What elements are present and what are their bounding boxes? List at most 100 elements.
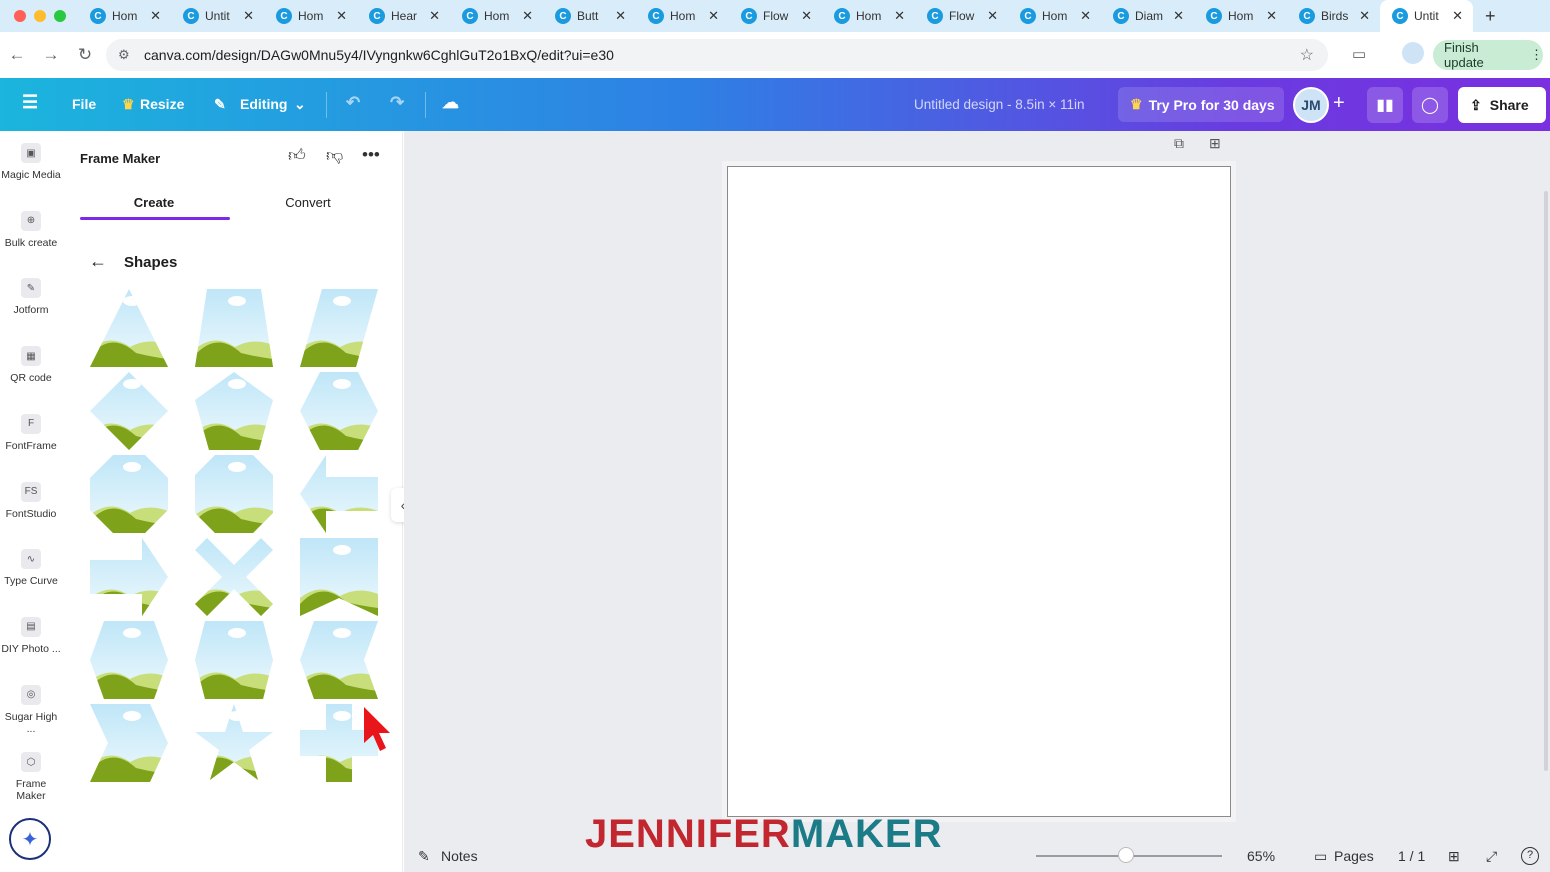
user-avatar[interactable]: JM xyxy=(1293,87,1329,123)
hamburger-menu-icon[interactable]: ☰ xyxy=(22,92,38,113)
file-menu[interactable]: File xyxy=(72,96,96,112)
browser-tab[interactable]: C Hom ✕ xyxy=(636,0,729,32)
browser-tab[interactable]: C Hom ✕ xyxy=(450,0,543,32)
pages-button[interactable]: Pages xyxy=(1334,848,1374,864)
back-arrow-icon[interactable]: ← xyxy=(89,251,107,272)
browser-tab[interactable]: C Untit ✕ xyxy=(1380,0,1473,32)
browser-tab[interactable]: C Hom ✕ xyxy=(1194,0,1287,32)
frame-shape-hexagon-wide[interactable] xyxy=(90,621,168,699)
close-tab-icon[interactable]: ✕ xyxy=(987,8,998,24)
tab-convert[interactable]: Convert xyxy=(233,195,383,210)
grid-view-icon[interactable]: ⊞ xyxy=(1448,848,1460,865)
browser-tab[interactable]: C Hom ✕ xyxy=(264,0,357,32)
close-tab-icon[interactable]: ✕ xyxy=(1452,8,1463,24)
rail-item[interactable]: ▣ Magic Media xyxy=(0,143,62,181)
add-collaborator-icon[interactable]: + xyxy=(1333,92,1345,115)
rail-item[interactable]: ⊕ Bulk create xyxy=(0,210,62,249)
site-settings-icon[interactable]: ⚙ xyxy=(118,47,130,63)
frame-shape-chevron[interactable] xyxy=(90,704,168,782)
bookmark-star-icon[interactable]: ☆ xyxy=(1300,45,1314,65)
rail-item[interactable]: F FontFrame xyxy=(0,413,62,452)
browser-tab[interactable]: C Hom ✕ xyxy=(1008,0,1101,32)
frame-shape-arrow-left[interactable] xyxy=(300,455,378,533)
close-tab-icon[interactable]: ✕ xyxy=(615,8,626,24)
resize-button[interactable]: Resize xyxy=(140,96,184,112)
frame-shape-triangle[interactable] xyxy=(90,289,168,367)
close-tab-icon[interactable]: ✕ xyxy=(1173,8,1184,24)
close-tab-icon[interactable]: ✕ xyxy=(801,8,812,24)
rail-item[interactable]: ∿ Type Curve xyxy=(0,549,62,587)
magic-sparkle-button[interactable]: ✦ xyxy=(9,818,51,860)
forward-icon[interactable]: → xyxy=(34,45,68,65)
close-window-button[interactable] xyxy=(14,10,26,22)
close-tab-icon[interactable]: ✕ xyxy=(1266,8,1277,24)
vertical-scrollbar[interactable] xyxy=(1544,191,1548,771)
browser-tab[interactable]: C Birds ✕ xyxy=(1287,0,1380,32)
browser-tab[interactable]: C Butt ✕ xyxy=(543,0,636,32)
browser-tab[interactable]: C Untit ✕ xyxy=(171,0,264,32)
url-field[interactable]: ⚙ canva.com/design/DAGw0Mnu5y4/IVyngnkw6… xyxy=(106,39,1328,71)
rail-item[interactable]: ▦ QR code xyxy=(0,346,62,384)
browser-tab[interactable]: C Hom ✕ xyxy=(822,0,915,32)
undo-icon[interactable]: ↶ xyxy=(346,93,360,113)
browser-tab[interactable]: C Hom ✕ xyxy=(78,0,171,32)
frame-shape-octagon[interactable] xyxy=(90,455,168,533)
frame-shape-parallelogram[interactable] xyxy=(300,289,378,367)
help-icon[interactable]: ? xyxy=(1521,847,1539,865)
close-tab-icon[interactable]: ✕ xyxy=(708,8,719,24)
close-tab-icon[interactable]: ✕ xyxy=(336,8,347,24)
finish-update-button[interactable]: Finish update ⋮ xyxy=(1433,40,1543,70)
try-pro-button[interactable]: ♛ Try Pro for 30 days xyxy=(1118,87,1284,122)
notes-icon[interactable]: ✎ xyxy=(418,848,430,865)
redo-icon[interactable]: ↷ xyxy=(390,93,404,113)
editing-mode-button[interactable]: Editing xyxy=(240,96,287,112)
comment-icon[interactable]: ◯ xyxy=(1412,87,1448,123)
close-tab-icon[interactable]: ✕ xyxy=(243,8,254,24)
cloud-saved-icon[interactable]: ☁ xyxy=(442,93,459,113)
close-tab-icon[interactable]: ✕ xyxy=(894,8,905,24)
rail-item[interactable]: ◎ Sugar High ... xyxy=(0,684,62,735)
duplicate-page-icon[interactable]: ⧉ xyxy=(1174,135,1184,152)
browser-tab[interactable]: C Flow ✕ xyxy=(729,0,822,32)
share-button[interactable]: ⇪ Share xyxy=(1458,87,1546,123)
close-tab-icon[interactable]: ✕ xyxy=(1359,8,1370,24)
tab-create[interactable]: Create xyxy=(79,195,229,210)
insights-chart-icon[interactable]: ▮▮ xyxy=(1367,87,1403,123)
frame-shape-left-chevron[interactable] xyxy=(300,621,378,699)
document-title[interactable]: Untitled design - 8.5in × 11in xyxy=(914,97,1084,112)
zoom-window-button[interactable] xyxy=(54,10,66,22)
fullscreen-icon[interactable]: ⤢ xyxy=(1486,848,1497,865)
frame-shape-cross[interactable] xyxy=(195,538,273,616)
frame-shape-diamond[interactable] xyxy=(90,372,168,450)
new-tab-button[interactable]: + xyxy=(1485,6,1496,27)
frame-shape-star[interactable] xyxy=(195,704,273,782)
frame-shape-pentagon[interactable] xyxy=(195,372,273,450)
zoom-slider-handle[interactable] xyxy=(1118,847,1134,863)
pages-icon[interactable]: ▭ xyxy=(1314,848,1327,865)
thumbs-up-icon[interactable]: 👍︎ xyxy=(288,145,306,166)
frame-shape-rounded-octagon[interactable] xyxy=(195,455,273,533)
browser-tab[interactable]: C Diam ✕ xyxy=(1101,0,1194,32)
notes-button[interactable]: Notes xyxy=(441,848,478,864)
close-tab-icon[interactable]: ✕ xyxy=(522,8,533,24)
more-options-icon[interactable]: ••• xyxy=(362,145,380,165)
frame-shape-banner[interactable] xyxy=(300,538,378,616)
back-icon[interactable]: ← xyxy=(0,45,34,65)
frame-shape-trapezoid[interactable] xyxy=(195,289,273,367)
frame-shape-arrow-right[interactable] xyxy=(90,538,168,616)
browser-tab[interactable]: C Hear ✕ xyxy=(357,0,450,32)
frame-shape-chevron-hexagon[interactable] xyxy=(195,621,273,699)
thumbs-down-icon[interactable]: 👎︎ xyxy=(326,145,343,166)
frame-shape-hexagon[interactable] xyxy=(300,372,378,450)
cast-icon[interactable]: ▭ xyxy=(1352,45,1366,63)
close-tab-icon[interactable]: ✕ xyxy=(429,8,440,24)
close-tab-icon[interactable]: ✕ xyxy=(1080,8,1091,24)
rail-item[interactable]: ⬡ Frame Maker xyxy=(0,752,62,802)
zoom-level[interactable]: 65% xyxy=(1247,848,1275,864)
close-tab-icon[interactable]: ✕ xyxy=(150,8,161,24)
profile-avatar[interactable] xyxy=(1402,42,1424,64)
rail-item[interactable]: FS FontStudio xyxy=(0,481,62,520)
rail-item[interactable]: ▤ DIY Photo ... xyxy=(0,616,62,655)
reload-icon[interactable]: ↻ xyxy=(68,45,102,65)
minimize-window-button[interactable] xyxy=(34,10,46,22)
